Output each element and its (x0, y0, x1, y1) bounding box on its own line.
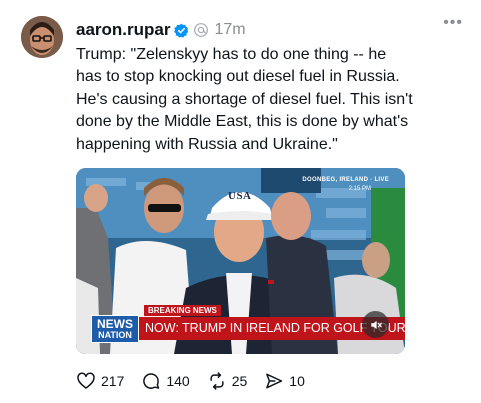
share-count: 10 (289, 373, 305, 389)
post-header: aaron.rupar 17m (76, 18, 467, 42)
broadcast-clock: 2:15 PM (348, 186, 371, 192)
reply-button[interactable]: 140 (141, 371, 190, 391)
mute-icon[interactable] (362, 311, 389, 338)
share-button[interactable]: 10 (264, 371, 305, 391)
repost-button[interactable]: 25 (207, 371, 248, 391)
network-logo-line1: NEWS (97, 317, 133, 331)
threads-icon (193, 22, 209, 38)
post-actions: 217 140 25 10 (76, 370, 322, 392)
verified-badge-icon (174, 23, 189, 38)
network-logo-line2: NATION (98, 330, 132, 340)
comment-icon (143, 373, 160, 389)
repost-icon (210, 372, 224, 390)
post-body: Trump: "Zelenskyy has to do one thing --… (76, 46, 413, 153)
video-player[interactable]: USA DOONBEG, IRELAND · LIVE 2:15 PM NEWS… (76, 168, 405, 354)
network-logo: NEWS NATION (91, 315, 139, 343)
more-icon[interactable]: ••• (443, 14, 463, 32)
location-label: DOONBEG, IRELAND · LIVE (302, 177, 389, 183)
repost-count: 25 (231, 373, 248, 389)
hat-text: USA (228, 190, 252, 202)
like-button[interactable]: 217 (76, 371, 124, 391)
breaking-news-label: BREAKING NEWS (144, 305, 221, 316)
username[interactable]: aaron.rupar (76, 20, 170, 40)
share-icon (266, 373, 283, 389)
heart-icon (77, 372, 95, 389)
avatar[interactable] (21, 16, 63, 58)
reply-count: 140 (166, 373, 190, 389)
like-count: 217 (101, 373, 125, 389)
post-timestamp: 17m (214, 21, 246, 38)
avatar-image (21, 16, 63, 58)
